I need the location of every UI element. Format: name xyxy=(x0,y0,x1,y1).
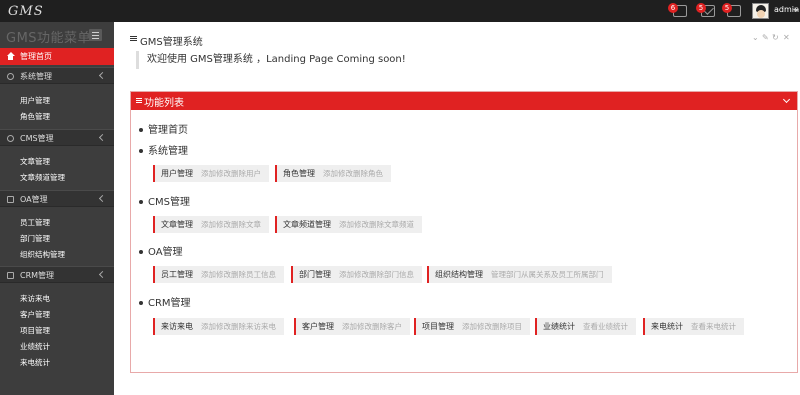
function-chip[interactable]: 部门管理 添加修改删除部门信息 xyxy=(291,266,422,283)
menu-toggle-icon[interactable] xyxy=(89,29,102,41)
function-chip[interactable]: 客户管理 添加修改删除客户 xyxy=(294,318,410,335)
notification-badge: 6 xyxy=(668,3,678,13)
home-icon xyxy=(6,52,15,60)
section-oa[interactable]: OA管理 xyxy=(139,243,183,258)
main-content: GMS管理系统 ⌄ ✎ ↻ ✕ 欢迎使用 GMS管理系统 ，Landing Pa… xyxy=(114,22,800,395)
function-chip[interactable]: 用户管理 添加修改删除用户 xyxy=(153,165,269,182)
sidebar-group-label: OA管理 xyxy=(20,195,48,204)
close-icon[interactable]: ✕ xyxy=(783,33,790,42)
leaf-icon xyxy=(7,135,14,142)
function-chip[interactable]: 项目管理 添加修改删除项目 xyxy=(414,318,530,335)
mail-badge: 5 xyxy=(696,3,706,13)
gear-icon xyxy=(7,73,14,80)
chevron-left-icon xyxy=(98,194,107,203)
function-list-panel: 功能列表 管理首页 系统管理 用户管理 添加修改删除用户 角色管理 添加修改删除角色… xyxy=(130,91,798,373)
chevron-down-icon[interactable] xyxy=(782,95,791,104)
sidebar-item-performance[interactable]: 业绩统计 xyxy=(20,341,50,352)
sidebar-group-label: CMS管理 xyxy=(20,134,54,143)
chevron-left-icon xyxy=(98,133,107,142)
list-icon xyxy=(130,36,137,42)
list-icon xyxy=(136,98,142,104)
section-cms[interactable]: CMS管理 xyxy=(139,193,190,208)
sidebar-title: GMS功能菜单 xyxy=(6,31,92,46)
function-chip[interactable]: 员工管理 添加修改删除员工信息 xyxy=(153,266,284,283)
sitemap-icon xyxy=(7,196,14,203)
top-navbar: GMS 6 5 5 admin xyxy=(0,0,800,22)
function-chip[interactable]: 来访来电 添加修改删除来访来电 xyxy=(153,318,284,335)
sidebar-group-label: CRM管理 xyxy=(20,271,55,280)
sidebar-item-users[interactable]: 用户管理 xyxy=(20,95,50,106)
function-chip[interactable]: 文章频道管理 添加修改删除文章频道 xyxy=(275,216,422,233)
page-title: GMS管理系统 xyxy=(140,37,203,48)
sidebar-header: GMS功能菜单 xyxy=(0,22,114,48)
function-list-title: 功能列表 xyxy=(144,98,184,109)
sidebar-item-label: 管理首页 xyxy=(20,52,52,61)
chevron-left-icon xyxy=(98,71,107,80)
function-chip[interactable]: 文章管理 添加修改删除文章 xyxy=(153,216,269,233)
function-chip[interactable]: 角色管理 添加修改删除角色 xyxy=(275,165,391,182)
task-badge: 5 xyxy=(722,3,732,13)
user-avatar[interactable] xyxy=(752,3,769,19)
function-list-header: 功能列表 xyxy=(131,92,797,110)
welcome-message: 欢迎使用 GMS管理系统 ，Landing Page Coming soon! xyxy=(136,51,796,69)
function-chip[interactable]: 业绩统计 查看业绩统计 xyxy=(535,318,636,335)
sidebar-item-articles[interactable]: 文章管理 xyxy=(20,156,50,167)
sidebar-item-customers[interactable]: 客户管理 xyxy=(20,309,50,320)
collapse-icon[interactable]: ⌄ xyxy=(752,33,759,42)
function-chip[interactable]: 来电统计 查看来电统计 xyxy=(643,318,744,335)
sidebar-item-roles[interactable]: 角色管理 xyxy=(20,111,50,122)
section-system[interactable]: 系统管理 xyxy=(139,142,188,157)
sidebar-group-oa[interactable]: OA管理 xyxy=(0,190,114,207)
sidebar-item-call-stats[interactable]: 来电统计 xyxy=(20,357,50,368)
function-chip[interactable]: 组织结构管理 管理部门从属关系及员工所属部门 xyxy=(427,266,612,283)
sidebar-item-departments[interactable]: 部门管理 xyxy=(20,233,50,244)
chevron-left-icon xyxy=(98,270,107,279)
panel-tools: ⌄ ✎ ↻ ✕ xyxy=(752,33,796,43)
table-icon xyxy=(7,272,14,279)
config-icon[interactable]: ✎ xyxy=(762,33,769,42)
sidebar-item-projects[interactable]: 项目管理 xyxy=(20,325,50,336)
sidebar-group-crm[interactable]: CRM管理 xyxy=(0,266,114,283)
reload-icon[interactable]: ↻ xyxy=(772,33,779,42)
sidebar-item-visits[interactable]: 来访来电 xyxy=(20,293,50,304)
section-home[interactable]: 管理首页 xyxy=(139,121,188,136)
sidebar-item-channels[interactable]: 文章频道管理 xyxy=(20,172,65,183)
sidebar: GMS功能菜单 管理首页 系统管理 用户管理 角色管理 CMS管理 文章管理 文… xyxy=(0,22,114,395)
sidebar-group-cms[interactable]: CMS管理 xyxy=(0,129,114,146)
sidebar-item-home[interactable]: 管理首页 xyxy=(0,48,114,65)
sidebar-group-system[interactable]: 系统管理 xyxy=(0,67,114,84)
logo[interactable]: GMS xyxy=(8,4,44,19)
sidebar-item-org[interactable]: 组织结构管理 xyxy=(20,249,65,260)
sidebar-item-employees[interactable]: 员工管理 xyxy=(20,217,50,228)
sidebar-group-label: 系统管理 xyxy=(20,72,52,81)
chevron-down-icon[interactable] xyxy=(793,9,799,12)
section-crm[interactable]: CRM管理 xyxy=(139,294,191,309)
